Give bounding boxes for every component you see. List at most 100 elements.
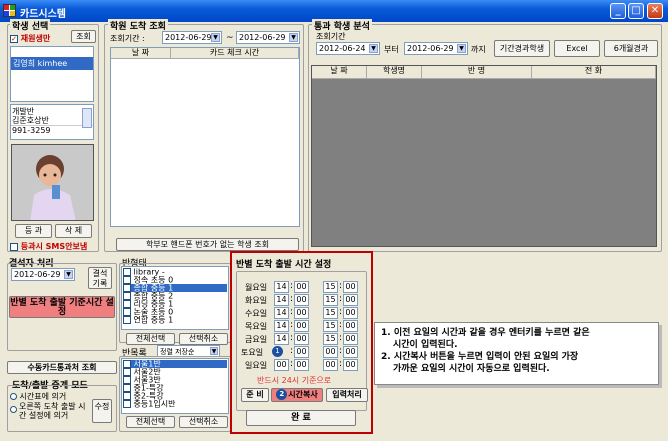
student-lookup-button[interactable]: 조회: [71, 30, 96, 43]
class-list-select-all[interactable]: 전체선택: [126, 416, 175, 428]
depart-hour-input[interactable]: 15: [323, 320, 338, 332]
prepare-button[interactable]: 준 비: [241, 388, 269, 402]
depart-hour-input[interactable]: 15: [323, 294, 338, 306]
checkbox-icon[interactable]: [123, 392, 131, 400]
arrive-hour-input[interactable]: 00: [274, 359, 289, 371]
arrival-date-from[interactable]: 2012-06-29 ▼: [162, 31, 222, 44]
arrive-hour-input[interactable]: 14: [274, 307, 289, 319]
class-list[interactable]: ✓ 서울1반 서울2반 서울3반 중1-특강 중2-특강 중등1입시반: [121, 358, 229, 414]
checkbox-icon[interactable]: [123, 268, 131, 276]
apply-input-button[interactable]: 입력처리: [326, 388, 368, 402]
done-button[interactable]: 완 료: [246, 410, 356, 426]
checkbox-icon[interactable]: [123, 292, 131, 300]
class-type-item[interactable]: ✓ 종합 중등 1: [123, 284, 227, 292]
arrive-minute-input[interactable]: 00: [294, 294, 309, 306]
arrive-hour-input[interactable]: 14: [274, 333, 289, 345]
time-dialog-title: 반별 도착 출발 시간 설정: [236, 260, 332, 270]
depart-minute-input[interactable]: 00: [343, 294, 358, 306]
class-type-item[interactable]: 리딩 중등 1: [123, 300, 227, 308]
arrive-hour-input[interactable]: 14: [274, 281, 289, 293]
col-phone-header[interactable]: 전 화: [532, 66, 656, 79]
class-type-item[interactable]: library -: [123, 268, 227, 276]
class-list-item[interactable]: 중등1입시반: [123, 400, 227, 408]
student-list[interactable]: 김영희 kimhee: [10, 46, 94, 102]
class-time-setting-button[interactable]: 반별 도착 출발 기준시간 설정: [9, 296, 115, 318]
class-type-clear[interactable]: 선택취소: [179, 333, 228, 345]
checkbox-icon[interactable]: [123, 316, 131, 324]
class-list-item[interactable]: 중1-특강: [123, 384, 227, 392]
maximize-button[interactable]: □: [628, 3, 644, 19]
record-absent-button[interactable]: 결석 기록: [88, 267, 112, 289]
checkbox-icon[interactable]: ✓: [123, 284, 131, 292]
checkbox-icon[interactable]: [123, 376, 131, 384]
minimize-button[interactable]: _: [610, 3, 626, 19]
student-list-item[interactable]: 김영희 kimhee: [11, 57, 93, 70]
depart-minute-input[interactable]: 00: [343, 333, 358, 345]
stats-date-to[interactable]: 2012-06-29 ▼: [404, 42, 468, 55]
checkbox-icon[interactable]: [123, 368, 131, 376]
delete-button[interactable]: 삭 제: [55, 224, 92, 238]
arrive-minute-input[interactable]: 00: [294, 320, 309, 332]
depart-minute-input[interactable]: 00: [343, 320, 358, 332]
class-list-item[interactable]: 서울3반: [123, 376, 227, 384]
arrive-minute-input[interactable]: 00: [294, 307, 309, 319]
arrive-minute-input[interactable]: 00: [294, 359, 309, 371]
depart-hour-input[interactable]: 15: [323, 281, 338, 293]
checkbox-icon[interactable]: [123, 300, 131, 308]
col-class-header[interactable]: 반 명: [422, 66, 532, 79]
active-only-checkbox[interactable]: ✓ 재원생만: [10, 33, 50, 44]
depart-minute-input[interactable]: 00: [343, 307, 358, 319]
arrival-date-to[interactable]: 2012-06-29 ▼: [236, 31, 300, 44]
depart-minute-input[interactable]: 00: [343, 346, 358, 358]
col-date-header[interactable]: 날 짜: [111, 48, 171, 59]
relay-option-timetable[interactable]: 시간표에 의거: [10, 391, 66, 402]
stats-date-from[interactable]: 2012-06-24 ▼: [316, 42, 380, 55]
stats-table[interactable]: 날 짜 학생명 반 명 전 화: [311, 65, 657, 247]
arrive-minute-input[interactable]: 00: [294, 346, 309, 358]
arrive-minute-input[interactable]: 00: [294, 333, 309, 345]
col-student-header[interactable]: 학생명: [367, 66, 422, 79]
time-copy-button[interactable]: 2 시간복사: [271, 388, 323, 402]
depart-hour-input[interactable]: 00: [323, 359, 338, 371]
arrive-minute-input[interactable]: 00: [294, 281, 309, 293]
col-date-header[interactable]: 날 짜: [312, 66, 367, 79]
relay-set-button[interactable]: 수정: [92, 399, 112, 423]
six-months-button[interactable]: 6개월경과: [604, 40, 658, 57]
close-button[interactable]: ✕: [647, 3, 663, 19]
absent-date[interactable]: 2012-06-29 ▼: [11, 268, 75, 281]
depart-minute-input[interactable]: 00: [343, 281, 358, 293]
depart-hour-input[interactable]: 15: [323, 333, 338, 345]
checkbox-icon[interactable]: [123, 400, 131, 408]
period-elapsed-button[interactable]: 기간경과학생: [494, 40, 550, 57]
depart-hour-input[interactable]: 00: [323, 346, 338, 358]
checkbox-icon[interactable]: ✓: [123, 360, 131, 368]
info-scrollbar[interactable]: [82, 108, 92, 128]
class-type-item[interactable]: 연합 중등 1: [123, 316, 227, 324]
class-list-clear[interactable]: 선택취소: [179, 416, 228, 428]
excel-button[interactable]: Excel: [554, 40, 600, 57]
checkbox-icon[interactable]: [123, 276, 131, 284]
register-button[interactable]: 등 과: [15, 224, 52, 238]
checkbox-icon[interactable]: [123, 308, 131, 316]
depart-hour-input[interactable]: 15: [323, 307, 338, 319]
colon: :: [290, 307, 294, 317]
manual-card-button[interactable]: 수동카드통과처 조회: [7, 361, 117, 374]
no-parent-phone-button[interactable]: 학부모 핸드폰 번호가 없는 학생 조회: [116, 238, 299, 251]
relay-option-setting[interactable]: 오른쪽 도착 출발 시간 설정에 의거: [10, 402, 86, 420]
class-list-item[interactable]: 중2-특강: [123, 392, 227, 400]
class-type-item[interactable]: 종합 중등 2: [123, 292, 227, 300]
col-time-header[interactable]: 카드 체크 시간: [171, 48, 299, 59]
class-type-item[interactable]: 논술 초등 0: [123, 308, 227, 316]
class-list-item[interactable]: 서울2반: [123, 368, 227, 376]
class-type-list[interactable]: library - 정속 초등 0 ✓ 종합 중등 1 종합 중등 2 리딩 중등…: [121, 266, 229, 330]
class-type-item[interactable]: 정속 초등 0: [123, 276, 227, 284]
depart-minute-input[interactable]: 00: [343, 359, 358, 371]
sms-checkbox[interactable]: 등과시 SMS안보냄: [10, 241, 87, 252]
class-type-select-all[interactable]: 전체선택: [126, 333, 175, 345]
arrival-table[interactable]: 날 짜 카드 체크 시간: [110, 47, 300, 227]
arrive-hour-input[interactable]: 14: [274, 294, 289, 306]
arrive-hour-input[interactable]: 14: [274, 320, 289, 332]
class-list-item[interactable]: ✓ 서울1반: [123, 360, 227, 368]
checkbox-icon[interactable]: [123, 384, 131, 392]
child-photo-icon: [12, 145, 93, 220]
